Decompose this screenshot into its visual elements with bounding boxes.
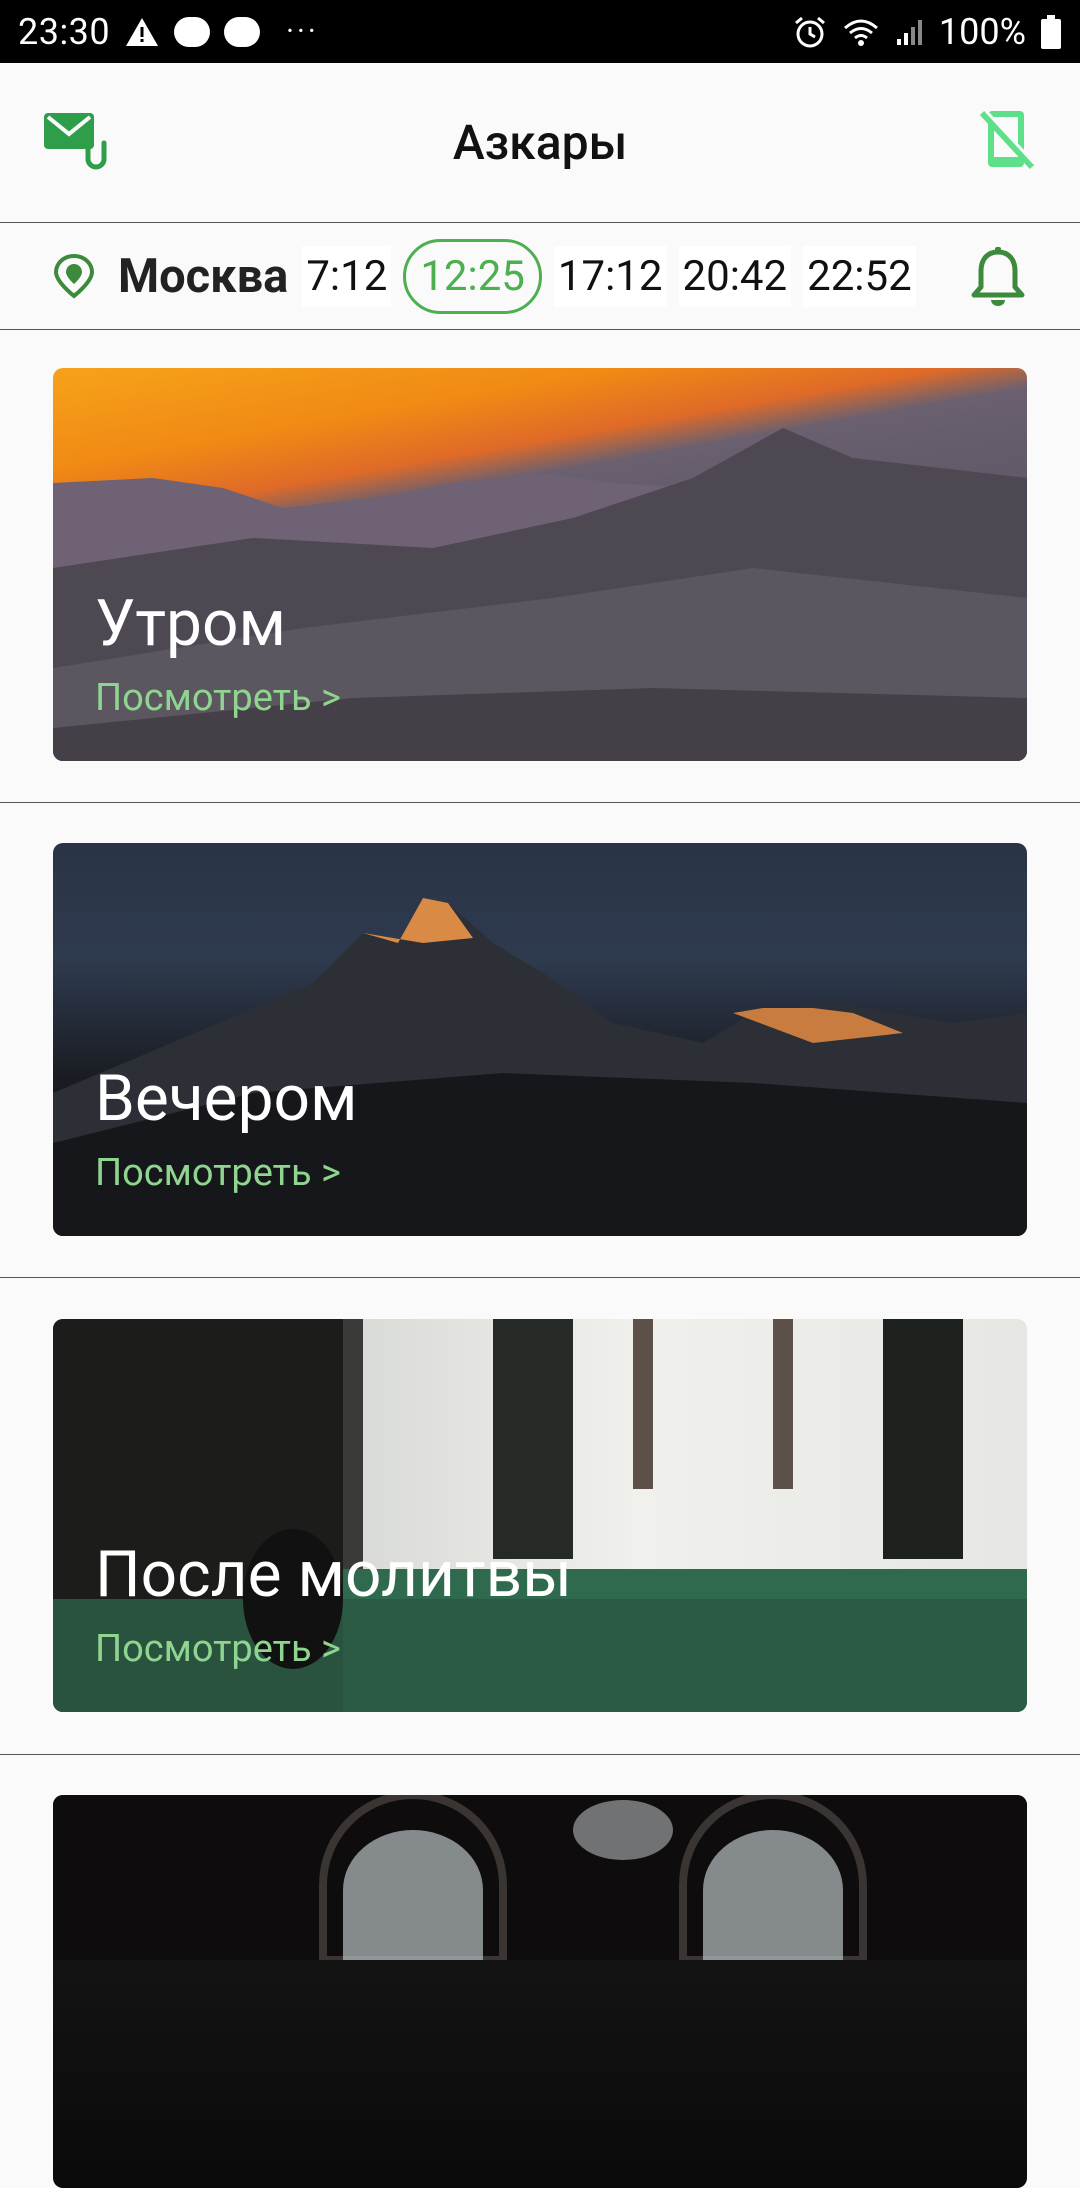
warning-icon	[124, 16, 160, 48]
wifi-icon	[841, 16, 881, 48]
phone-off-icon[interactable]	[976, 107, 1040, 173]
location-pin-icon[interactable]	[50, 252, 98, 300]
section-evening: Вечером Посмотреть >	[0, 803, 1080, 1278]
mail-attachment-icon[interactable]	[42, 107, 108, 173]
city-name[interactable]: Москва	[118, 249, 288, 304]
page-title: Азкары	[452, 114, 628, 171]
battery-percent: 100%	[938, 10, 1026, 53]
bell-icon[interactable]	[968, 245, 1028, 309]
card-evening[interactable]: Вечером Посмотреть >	[53, 843, 1027, 1236]
section-after-prayer: После молитвы Посмотреть >	[0, 1278, 1080, 1755]
prayer-time-maghrib[interactable]: 20:42	[678, 245, 792, 307]
card-view-link[interactable]: Посмотреть >	[95, 676, 341, 720]
signal-icon	[895, 17, 925, 47]
status-right: 100%	[793, 11, 1062, 53]
battery-icon	[1040, 14, 1062, 49]
section-more	[0, 1755, 1080, 2188]
prayer-time-dhuhr[interactable]: 12:25	[403, 238, 542, 314]
card-title: Утром	[95, 586, 286, 661]
card-after-prayer[interactable]: После молитвы Посмотреть >	[53, 1319, 1027, 1712]
notification-icon	[174, 16, 211, 47]
section-morning: Утром Посмотреть >	[0, 331, 1080, 803]
app-bar: Азкары	[0, 63, 1080, 223]
card-title: Вечером	[95, 1061, 358, 1136]
card-view-link[interactable]: Посмотреть >	[95, 1151, 341, 1195]
notification-icon	[224, 16, 261, 47]
prayer-time-isha[interactable]: 22:52	[803, 245, 916, 307]
status-left: 23:30 ···	[18, 11, 319, 53]
card-view-link[interactable]: Посмотреть >	[95, 1627, 341, 1671]
card-title: После молитвы	[95, 1537, 572, 1612]
card-morning[interactable]: Утром Посмотреть >	[53, 368, 1027, 761]
alarm-icon	[793, 15, 827, 49]
status-bar: 23:30 ··· 100%	[0, 0, 1080, 63]
status-time: 23:30	[18, 10, 111, 53]
mosque-windows-image	[53, 1795, 1027, 1960]
more-notifications-icon: ···	[286, 14, 319, 49]
prayer-time-asr[interactable]: 17:12	[553, 245, 667, 307]
prayer-times-bar: Москва 7:12 12:25 17:12 20:42 22:52	[0, 223, 1080, 330]
prayer-time-fajr[interactable]: 7:12	[302, 245, 392, 307]
card-more[interactable]	[53, 1795, 1027, 2188]
